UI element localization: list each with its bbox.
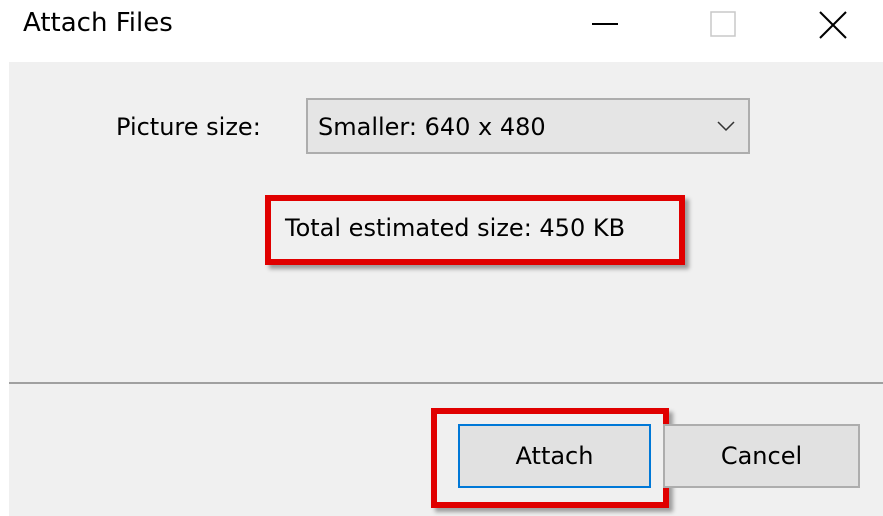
total-estimated-size: Total estimated size: 450 KB bbox=[285, 214, 626, 242]
maximize-icon bbox=[710, 11, 736, 37]
window-title: Attach Files bbox=[23, 8, 173, 38]
total-size-highlight: Total estimated size: 450 KB bbox=[265, 195, 685, 265]
title-bar: Attach Files bbox=[0, 0, 883, 62]
maximize-button[interactable] bbox=[690, 0, 760, 52]
attach-button[interactable]: Attach bbox=[458, 424, 651, 488]
minimize-icon bbox=[592, 23, 618, 25]
divider bbox=[9, 382, 883, 384]
close-button[interactable] bbox=[798, 0, 868, 52]
picture-size-select[interactable]: Smaller: 640 x 480 bbox=[306, 98, 750, 154]
dialog-body: Picture size: Smaller: 640 x 480 Total e… bbox=[9, 62, 883, 516]
cancel-button[interactable]: Cancel bbox=[663, 424, 860, 488]
picture-size-value: Smaller: 640 x 480 bbox=[318, 113, 546, 141]
picture-size-label: Picture size: bbox=[116, 113, 261, 141]
minimize-button[interactable] bbox=[570, 0, 640, 52]
chevron-down-icon bbox=[717, 121, 735, 132]
close-icon bbox=[819, 11, 847, 39]
